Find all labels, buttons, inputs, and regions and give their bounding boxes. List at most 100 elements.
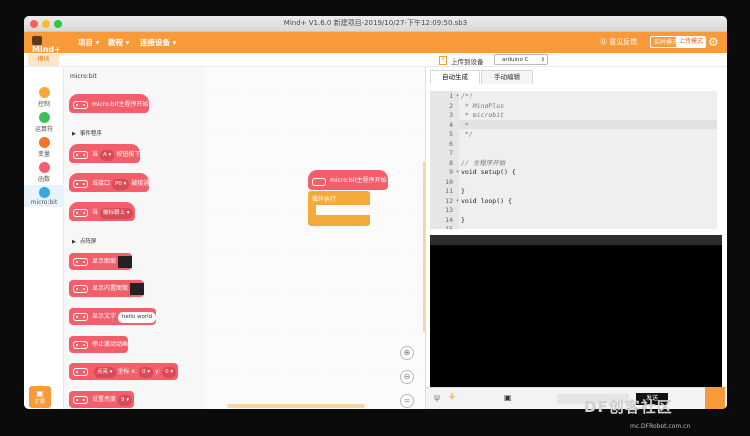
code-line: // 主程序开始 <box>461 158 506 167</box>
line-number: 2 <box>449 101 453 110</box>
category-functions[interactable]: 函数 <box>24 162 64 183</box>
microbit-icon <box>73 285 88 293</box>
gear-icon[interactable]: ⚙ <box>708 35 719 49</box>
microbit-icon <box>73 180 88 188</box>
block-when-button-pressed[interactable]: 当A ▾ 按钮按下 <box>69 144 141 163</box>
canvas-forever-loop-block[interactable]: 循环执行 <box>308 191 370 226</box>
menu-tutorial[interactable]: 教程 ▾ <box>108 37 129 48</box>
code-line: /*! <box>461 92 473 100</box>
pin-dropdown[interactable]: P0 ▾ <box>112 179 130 190</box>
category-sidebar: 控制 运算符 变量 函数 micro:bit ▣ 扩展 <box>24 67 64 409</box>
microbit-icon <box>73 101 88 109</box>
zoom-in-icon[interactable]: ⊕ <box>400 346 414 360</box>
x-dropdown[interactable]: 0 ▾ <box>139 367 154 378</box>
block-show-builtin-image[interactable]: 显示内置图案 <box>69 280 145 297</box>
window-title: Mind+ V1.6.0 新建项目-2019/10/27-下午12:09:50.… <box>283 19 468 27</box>
line-number: 15 <box>445 225 453 229</box>
code-line: } <box>461 187 465 195</box>
block-stop-animation[interactable]: 停止滚动动画 <box>69 336 129 353</box>
serial-monitor <box>430 235 722 387</box>
fold-arrow-icon[interactable]: ▾ <box>456 197 459 207</box>
menu-project[interactable]: 项目 ▾ <box>78 37 99 48</box>
canvas-horizontal-scrollbar[interactable] <box>227 404 365 408</box>
category-dot-icon <box>38 112 50 123</box>
block-when-pin-connected[interactable]: 当接口 P0 ▾ 被接通 <box>69 173 150 192</box>
usb-icon[interactable]: ψ <box>434 393 440 403</box>
extension-icon: ▣ <box>36 389 44 398</box>
microbit-icon <box>73 396 88 404</box>
palette-title: micro:bit <box>70 73 97 80</box>
upload-mode-button[interactable]: 上传模式 <box>676 36 707 48</box>
button-dropdown[interactable]: A ▾ <box>100 150 115 161</box>
category-variables[interactable]: 变量 <box>24 137 64 158</box>
watermark-url: mc.DFRobot.com.cn <box>630 423 691 430</box>
block-plot-point[interactable]: 点亮 ▾ 坐标 x: 0 ▾ y: 0 ▾ <box>69 363 179 380</box>
led-matrix-icon[interactable] <box>130 282 145 295</box>
led-matrix-icon[interactable] <box>118 255 133 268</box>
block-when-logo[interactable]: 当徽标朝上 ▾ <box>69 202 135 221</box>
line-number: 3 <box>449 111 453 119</box>
robot-icon <box>32 36 42 45</box>
toggle-panel-button[interactable] <box>705 387 725 409</box>
block-show-image[interactable]: 显示图案 <box>69 253 133 270</box>
line-number: 1 ▾ <box>449 92 459 102</box>
tab-manual-edit[interactable]: 手动编辑 <box>481 70 533 84</box>
code-editor[interactable]: 1 ▾/*! 2 * MindPlus 3 * microbit 4 * 5 */ 6 7 8 /… <box>430 91 717 229</box>
script-canvas[interactable]: micro:bit主程序开始 循环执行 ⊕ ⊖ = <box>204 67 426 409</box>
plot-mode-dropdown[interactable]: 点亮 ▾ <box>94 367 116 378</box>
zoom-reset-icon[interactable]: = <box>400 394 414 408</box>
tab-modules[interactable]: 模块 <box>28 54 59 66</box>
upload-icon[interactable]: ↑ <box>439 56 447 65</box>
microbit-icon <box>73 151 88 159</box>
brightness-dropdown[interactable]: 9 ▾ <box>118 395 133 406</box>
line-number: 7 <box>449 149 453 157</box>
upload-to-device-button[interactable]: 上传到设备 <box>451 56 484 66</box>
canvas-microbit-start-block[interactable]: micro:bit主程序开始 <box>308 170 388 190</box>
code-line: void loop() { <box>461 196 512 205</box>
line-number: 13 <box>445 206 453 214</box>
feedback-button[interactable]: ⓪ 意见反馈 <box>600 37 637 47</box>
zoom-out-icon[interactable]: ⊖ <box>400 370 414 384</box>
extensions-button[interactable]: ▣ 扩展 <box>29 386 51 408</box>
block-microbit-start[interactable]: micro:bit主程序开始 <box>69 94 149 113</box>
title-bar: Mind+ V1.6.0 新建项目-2019/10/27-下午12:09:50.… <box>24 16 727 32</box>
line-number: 6 <box>449 139 453 148</box>
text-input[interactable]: hello world <box>117 312 157 323</box>
section-events[interactable]: 事件程序 <box>72 129 102 137</box>
microbit-icon <box>73 313 88 321</box>
line-number: 9 ▾ <box>449 168 459 178</box>
app-window: Mind+ V1.6.0 新建项目-2019/10/27-下午12:09:50.… <box>24 16 727 409</box>
serial-icon[interactable]: ⚘ <box>448 393 456 403</box>
section-led-matrix[interactable]: 点阵屏 <box>72 237 97 245</box>
block-palette: micro:bit micro:bit主程序开始 事件程序 当A ▾按钮按下 当… <box>64 67 204 409</box>
y-dropdown[interactable]: 0 ▾ <box>162 367 177 378</box>
line-number: 4 <box>449 120 453 129</box>
microbit-icon <box>73 258 88 266</box>
microbit-icon <box>312 178 326 186</box>
watermark-brand: DF创客社区 <box>584 398 673 416</box>
code-line: * <box>461 120 469 129</box>
upload-bar: ↑ 上传到设备 arduino C <box>425 53 727 67</box>
menu-connect-device[interactable]: 连接设备 ▾ <box>140 37 176 48</box>
category-control[interactable]: 控制 <box>24 87 64 108</box>
line-number: 11 <box>445 187 453 195</box>
fold-arrow-icon[interactable]: ▾ <box>456 92 459 102</box>
tab-auto-generate[interactable]: 自动生成 <box>430 70 480 84</box>
line-number: 5 <box>449 130 453 138</box>
block-show-text[interactable]: 显示文字 hello world <box>69 308 157 325</box>
block-set-brightness[interactable]: 设置亮度 9 ▾ <box>69 391 135 408</box>
current-line-highlight <box>459 119 717 129</box>
microbit-icon <box>73 368 88 376</box>
microbit-icon <box>73 341 88 349</box>
fold-arrow-icon[interactable]: ▾ <box>456 168 459 178</box>
logo-dropdown[interactable]: 徽标朝上 ▾ <box>100 208 133 219</box>
board-select[interactable]: arduino C <box>494 54 548 65</box>
category-dot-icon <box>38 137 50 148</box>
line-number: 12 ▾ <box>445 196 459 207</box>
category-operators[interactable]: 运算符 <box>24 112 64 133</box>
category-dot-icon <box>38 187 50 198</box>
code-pane: 自动生成 手动编辑 1 ▾/*! 2 * MindPlus 3 * microbit 4… <box>425 67 727 409</box>
clear-output-icon[interactable]: ▣ <box>504 393 512 402</box>
line-number: 10 <box>445 177 453 186</box>
category-microbit[interactable]: micro:bit <box>24 185 64 207</box>
